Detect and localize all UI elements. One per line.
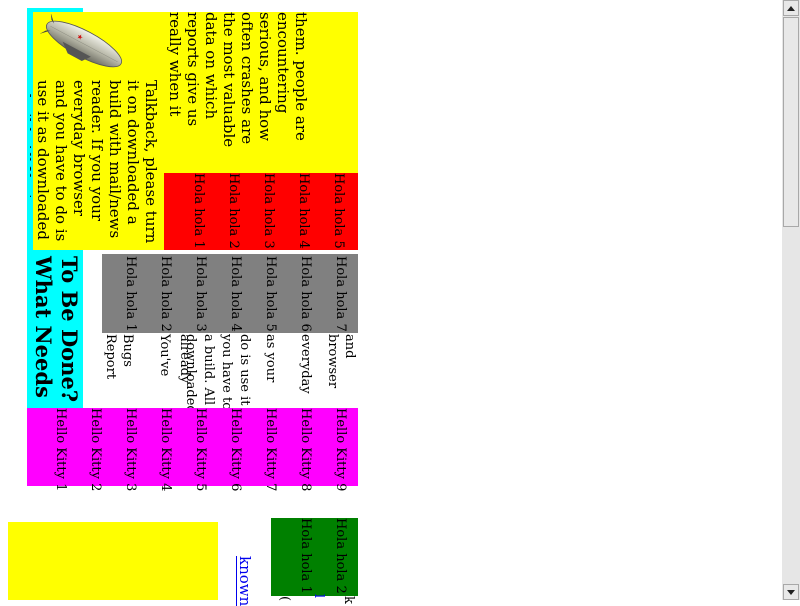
table-cell: Hello Kitty 3 (123, 408, 138, 492)
magenta-cells: Hello Kitty 9 Hello Kitty 8 Hello Kitty … (27, 408, 358, 492)
table-cell: Hello Kitty 2 (88, 408, 103, 492)
table-cell: Hello Kitty 5 (193, 408, 208, 492)
green-cells: Hola hola 2 Hola hola 1 (271, 518, 358, 596)
intro-paragraph: them. people are encountering serious, a… (165, 12, 310, 148)
gray-cells: Hola hola 7 Hola hola 6 Hola hola 5 Hola… (102, 254, 358, 333)
text-fragment: and browser (325, 334, 357, 389)
table-cell: Hello Kitty 6 (228, 408, 243, 492)
text-fragment: you have to (219, 334, 234, 411)
text-fragment: everyday (298, 334, 313, 394)
red-cells: Hola hola 5 Hola hola 4 Hola hola 3 Hola… (164, 173, 358, 250)
white-fragments: and browser everyday as your do is use i… (102, 334, 358, 414)
table-cell: Hola hola 7 (333, 256, 348, 332)
table-cell: Hola hola 4 (228, 256, 243, 332)
table-cell: Hola hola 1 (298, 518, 313, 594)
table-cell: Hello Kitty 4 (158, 408, 173, 492)
edge-fragment: ( (277, 596, 292, 602)
table-cell: Hola hola 3 (193, 256, 208, 332)
table-cell: Hola hola 2 (333, 518, 348, 594)
table-cell: Hola hola 5 (331, 173, 346, 249)
page-heading: To Be Done? What Needs (28, 256, 82, 406)
talkback-paragraph: Talkback, please turn it on downloaded a… (30, 80, 160, 244)
table-cell: Hola hola 2 (158, 256, 173, 332)
heading-line-2: What Needs (31, 256, 56, 398)
scrollbar-thumb[interactable] (783, 17, 799, 227)
scroll-down-button[interactable] (783, 584, 799, 600)
table-cell: Hola hola 5 (263, 256, 278, 332)
text-fragment: You've (157, 334, 172, 377)
table-cell: Hola hola 1 (123, 256, 138, 332)
table-cell: Hello Kitty 7 (263, 408, 278, 492)
text-fragment: a build. All (201, 334, 216, 406)
edge-fragment: l (311, 594, 326, 599)
text-fragment: do is use it (237, 334, 252, 406)
triangle-down-icon (787, 589, 795, 595)
text-fragment: Bugs Report (103, 334, 135, 380)
table-cell: Hola hola 6 (298, 256, 313, 332)
table-cell: Hola hola 2 (226, 173, 241, 249)
vertical-scrollbar[interactable] (782, 0, 800, 600)
zeppelin-image: ★ (39, 12, 128, 74)
text-fragment: as your (263, 334, 278, 383)
table-cell: Hola hola 3 (261, 173, 276, 249)
triangle-up-icon (787, 5, 795, 11)
yellow-block (8, 522, 218, 600)
known-link[interactable]: known (236, 556, 254, 606)
scroll-up-button[interactable] (783, 0, 799, 16)
table-cell: Hola hola 4 (296, 173, 311, 249)
text-fragment: already (177, 334, 192, 384)
table-cell: Hola hola 1 (191, 173, 206, 249)
table-cell: Hello Kitty 9 (333, 408, 348, 492)
table-cell: Hello Kitty 1 (53, 408, 68, 492)
table-cell: Hello Kitty 8 (298, 408, 313, 492)
heading-line-1: To Be Done? (57, 256, 82, 403)
